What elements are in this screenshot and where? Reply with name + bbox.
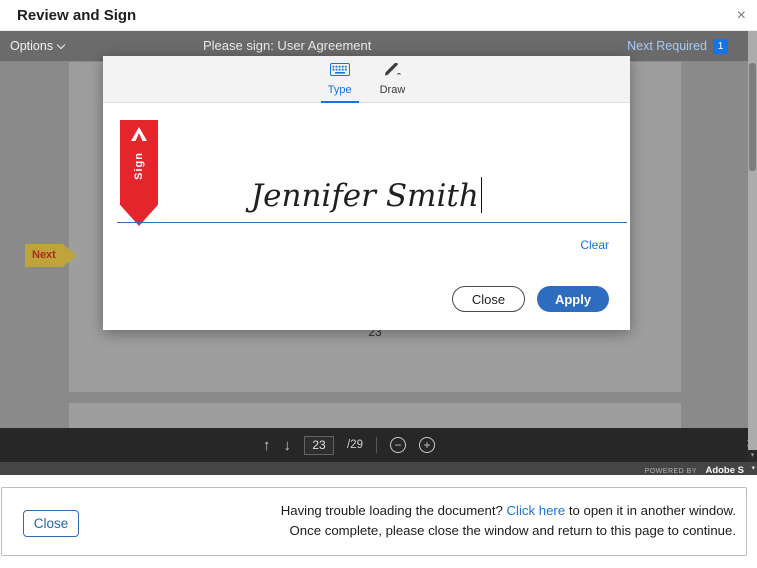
signature-tabs: Type Draw (103, 56, 630, 103)
page-navigation: ↑ ↓ /29 − + (263, 428, 435, 462)
powered-by: POWERED BY Adobe S (645, 462, 744, 478)
close-icon[interactable]: × (737, 0, 746, 31)
adobe-logo-icon (131, 127, 147, 146)
page-title: Review and Sign (17, 0, 136, 31)
page-total-label: /29 (347, 439, 363, 451)
page-number-input[interactable] (304, 436, 334, 455)
keyboard-icon (330, 63, 350, 81)
tab-type-label: Type (328, 84, 352, 96)
tab-type[interactable]: Type (321, 56, 359, 103)
signature-baseline (117, 222, 627, 223)
dialog-buttons: Close Apply (452, 286, 609, 312)
signature-text: Jennifer Smith (251, 178, 479, 214)
document-page-24 (69, 403, 681, 428)
footer-close-button[interactable]: Close (23, 510, 79, 537)
footer-panel: Close Having trouble loading the documen… (1, 487, 747, 556)
dialog-close-button[interactable]: Close (452, 286, 525, 312)
titlebar: Review and Sign × (0, 0, 757, 31)
pen-icon (384, 63, 401, 81)
signature-canvas: Sign Jennifer Smith Clear Close Apply (103, 103, 630, 330)
tab-draw[interactable]: Draw (373, 56, 413, 103)
page-up-icon[interactable]: ↑ (263, 437, 271, 454)
scrollbar-thumb[interactable] (749, 63, 756, 171)
scrollbar-down-icon[interactable]: ▾ (748, 450, 757, 462)
next-required-button[interactable]: Next Required 1 (627, 31, 728, 61)
zoom-out-icon[interactable]: − (390, 437, 406, 453)
vertical-scrollbar[interactable]: ▾ (748, 31, 757, 462)
chevron-down-icon (57, 41, 65, 49)
typed-signature-field[interactable]: Jennifer Smith (103, 177, 630, 214)
options-menu[interactable]: Options (10, 31, 64, 61)
signature-dialog: Type Draw Sign Jennifer Smith Clear (103, 56, 630, 330)
powered-by-label: POWERED BY (645, 468, 697, 475)
options-label: Options (10, 39, 53, 53)
brand-dropdown-icon[interactable]: ▾ (751, 464, 755, 472)
trouble-line2: Once complete, please close the window a… (290, 523, 736, 538)
click-here-link[interactable]: Click here (507, 503, 566, 518)
page-down-icon[interactable]: ↓ (284, 437, 292, 454)
trouble-line1-prefix: Having trouble loading the document? (281, 503, 507, 518)
pdf-toolbar: ↑ ↓ /29 − + › (0, 428, 757, 462)
trouble-line1-suffix: to open it in another window. (565, 503, 736, 518)
adobe-brand-label: Adobe S (705, 465, 744, 476)
powered-by-strip: POWERED BY Adobe S ▾ (0, 462, 757, 475)
next-required-label: Next Required (627, 39, 707, 53)
clear-link[interactable]: Clear (580, 238, 609, 252)
trouble-help-text: Having trouble loading the document? Cli… (266, 501, 736, 540)
tab-draw-label: Draw (380, 84, 406, 96)
toolbar-divider (376, 437, 377, 453)
next-required-count-badge: 1 (713, 39, 728, 54)
apply-button[interactable]: Apply (537, 286, 609, 312)
text-caret (481, 177, 483, 213)
review-and-sign-window: Review and Sign × Options Please sign: U… (0, 0, 757, 568)
sign-ribbon-label: Sign (133, 152, 145, 180)
zoom-in-icon[interactable]: + (419, 437, 435, 453)
